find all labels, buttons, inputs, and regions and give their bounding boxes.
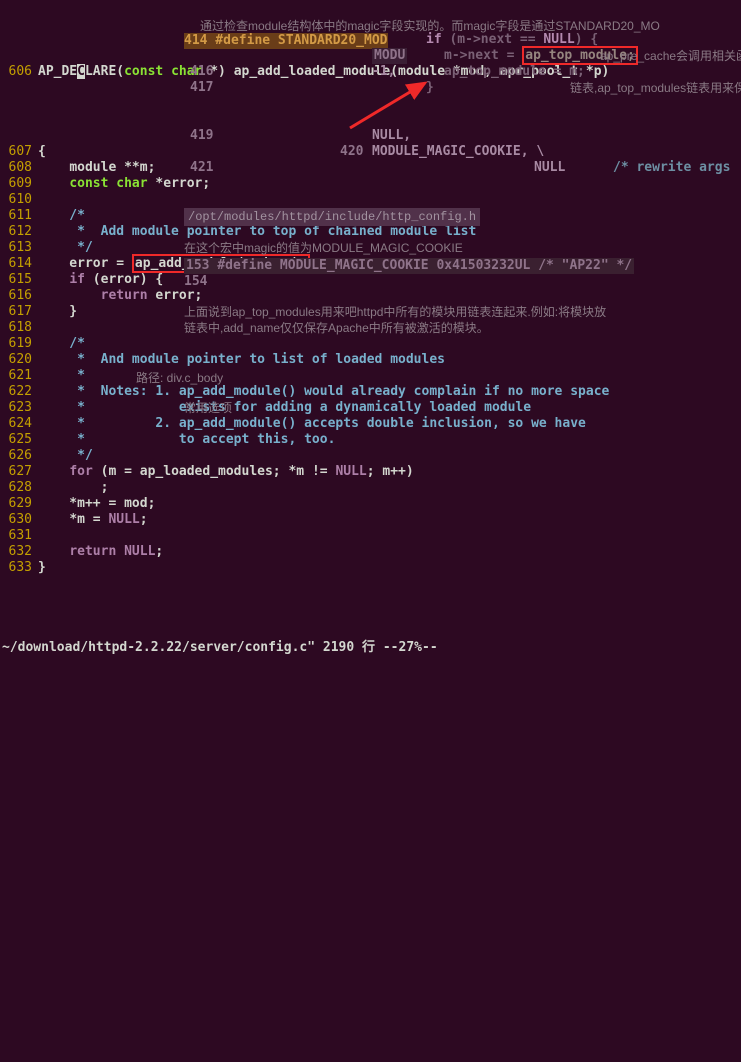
code-line: 608 module **m;: [0, 160, 741, 176]
line-number: 631: [0, 528, 38, 544]
line-number: 625: [0, 432, 38, 448]
code-content: }: [38, 304, 741, 320]
line-number: 608: [0, 160, 38, 176]
code-line: 623 * exists for adding a dynamically lo…: [0, 400, 741, 416]
code-content: *m = NULL;: [38, 512, 741, 528]
code-line: 633}: [0, 560, 741, 576]
line-number: 616: [0, 288, 38, 304]
line-number: 617: [0, 304, 38, 320]
line-number: 621: [0, 368, 38, 384]
code-line: 624 * 2. ap_add_module() accepts double …: [0, 416, 741, 432]
code-editor[interactable]: 606 AP_DECLARE(const char *) ap_add_load…: [0, 0, 741, 1062]
code-line: 622 * Notes: 1. ap_add_module() would al…: [0, 384, 741, 400]
line-number: 624: [0, 416, 38, 432]
code-line: 630 *m = NULL;: [0, 512, 741, 528]
code-line: 607{: [0, 144, 741, 160]
ghost-assign: m->next = ap_top_module;: [444, 48, 638, 64]
code-content: {: [38, 144, 741, 160]
code-content: }: [38, 560, 741, 576]
code-line: 627 for (m = ap_loaded_modules; *m != NU…: [0, 464, 741, 480]
code-content: AP_DECLARE(const char *) ap_add_loaded_m…: [38, 64, 741, 80]
ghost-lno-415: MODU: [372, 48, 407, 64]
code-content: ;: [38, 480, 741, 496]
line-number: 612: [0, 224, 38, 240]
code-content: *m++ = mod;: [38, 496, 741, 512]
line-number: 622: [0, 384, 38, 400]
status-line: ~/download/httpd-2.2.22/server/config.c"…: [0, 640, 741, 656]
code-line: 606 AP_DECLARE(const char *) ap_add_load…: [0, 64, 741, 80]
line-number: 611: [0, 208, 38, 224]
code-content: * exists for adding a dynamically loaded…: [38, 400, 741, 416]
line-number: 610: [0, 192, 38, 208]
ghost-null2: NULL,: [372, 128, 411, 144]
code-line: 628 ;: [0, 480, 741, 496]
code-line: 609 const char *error;: [0, 176, 741, 192]
code-content: * to accept this, too.: [38, 432, 741, 448]
code-content: /*: [38, 336, 741, 352]
cursor: C: [77, 64, 85, 79]
code-line: 632 return NULL;: [0, 544, 741, 560]
code-line: 612 * Add module pointer to top of chain…: [0, 224, 741, 240]
line-number: 633: [0, 560, 38, 576]
code-line: 616 return error;: [0, 288, 741, 304]
code-line: 613 */: [0, 240, 741, 256]
code-content: module **m;: [38, 160, 741, 176]
ghost-cn-link: 链表,ap_top_modules链表用来保存: [570, 80, 741, 96]
code-content: * And module pointer to list of loaded m…: [38, 352, 741, 368]
code-line: 626 */: [0, 448, 741, 464]
line-number: 609: [0, 176, 38, 192]
code-content: if (error) {: [38, 272, 741, 288]
code-content: *: [38, 368, 741, 384]
ghost-define: 414 #define STANDARD20_MOD: [184, 33, 388, 49]
code-content: * Add module pointer to top of chained m…: [38, 224, 741, 240]
ghost-path: /opt/modules/httpd/include/http_config.h: [184, 208, 480, 226]
line-number: 618: [0, 320, 38, 336]
ghost-419: 419: [190, 128, 213, 144]
code-content: const char *error;: [38, 176, 741, 192]
code-content: return error;: [38, 288, 741, 304]
code-content: * 2. ap_add_module() accepts double incl…: [38, 416, 741, 432]
code-content: * Notes: 1. ap_add_module() would alread…: [38, 384, 741, 400]
code-line: 620 * And module pointer to list of load…: [0, 352, 741, 368]
line-number: 627: [0, 464, 38, 480]
code-line: 621 *: [0, 368, 741, 384]
line-number: 615: [0, 272, 38, 288]
arrow-annotation: [345, 78, 445, 138]
ghost-if: if (m->next == NULL) {: [426, 32, 598, 48]
line-number: 613: [0, 240, 38, 256]
ghost-brace: }: [426, 80, 434, 96]
code-content: error = ap_add_module(mod, p);: [38, 256, 741, 272]
line-number: 628: [0, 480, 38, 496]
code-content: return NULL;: [38, 544, 741, 560]
line-number: 614: [0, 256, 38, 272]
code-line: 631: [0, 528, 741, 544]
code-line: 615 if (error) {: [0, 272, 741, 288]
line-number: 626: [0, 448, 38, 464]
code-line: 625 * to accept this, too.: [0, 432, 741, 448]
code-line: 614 error = ap_add_module(mod, p);: [0, 256, 741, 272]
code-line: 629 *m++ = mod;: [0, 496, 741, 512]
ghost-417: 417: [190, 80, 213, 96]
line-number: 623: [0, 400, 38, 416]
code-content: */: [38, 448, 741, 464]
code-line: 610: [0, 192, 741, 208]
line-number: 629: [0, 496, 38, 512]
line-number: 607: [0, 144, 38, 160]
ghost-cn-text: 通过检查module结构体中的magic字段实现的。而magic字段是通过STA…: [200, 18, 660, 34]
code-line: 618: [0, 320, 741, 336]
code-content: for (m = ap_loaded_modules; *m != NULL; …: [38, 464, 741, 480]
line-number: 632: [0, 544, 38, 560]
ghost-cn-call: ap_pre_cache会调用相关函数: [600, 48, 741, 64]
line-number: 619: [0, 336, 38, 352]
line-number: 620: [0, 352, 38, 368]
line-number: 630: [0, 512, 38, 528]
code-line: 619 /*: [0, 336, 741, 352]
line-number: 606: [0, 64, 38, 80]
code-line: 617 }: [0, 304, 741, 320]
